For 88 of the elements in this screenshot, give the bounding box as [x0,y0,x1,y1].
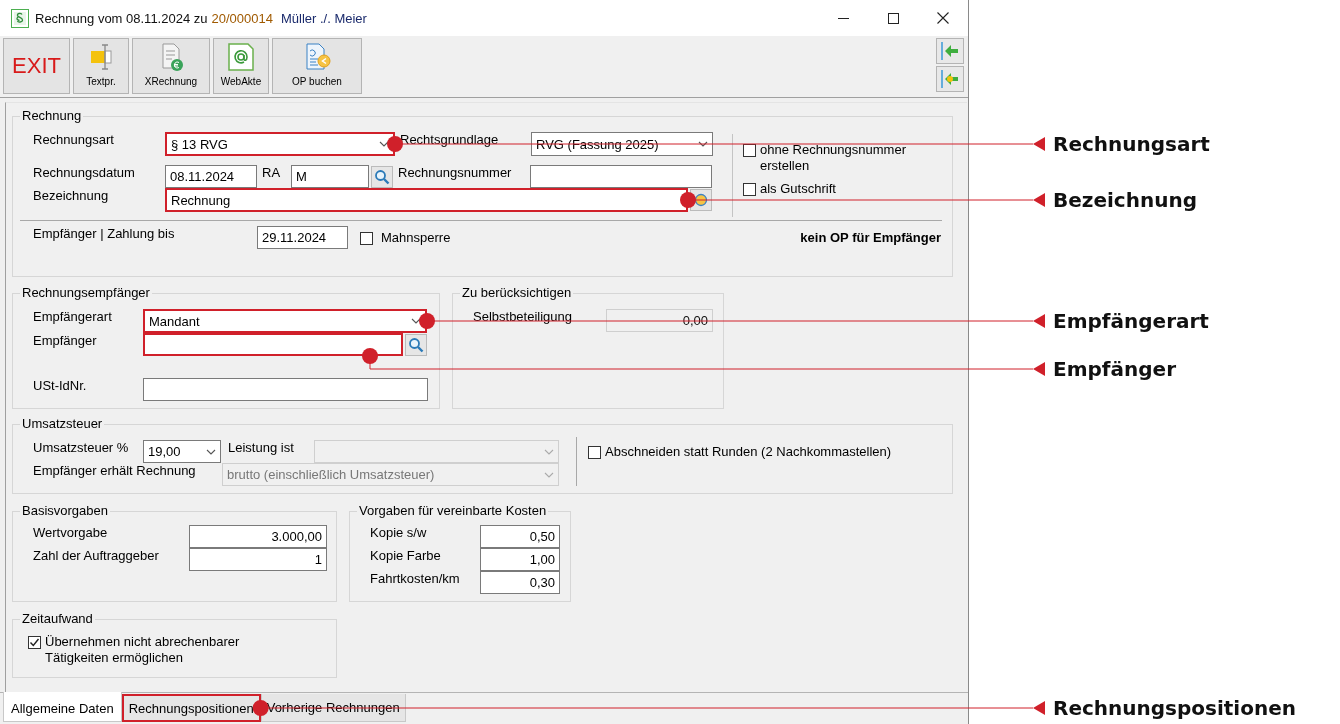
chevron-down-icon[interactable] [206,448,216,455]
callout-label: Rechnungspositionen [1053,696,1296,720]
at-document-icon [226,42,256,72]
input-field[interactable] [143,333,403,356]
dropdown[interactable]: Mandant [143,309,427,333]
pointer-icon [1033,314,1045,328]
field-label: Leistung ist [228,440,295,455]
dropdown[interactable]: § 13 RVG [165,132,395,156]
group-title: Vorgaben für vereinbarte Kosten [357,503,549,518]
input-field[interactable]: 08.11.2024 [165,165,257,188]
tab[interactable]: Rechnungspositionen [121,694,261,722]
back-button[interactable] [936,38,964,64]
group-title: Basisvorgaben [20,503,110,518]
search-icon [374,168,390,185]
dropdown[interactable]: RVG (Fassung 2025) [531,132,713,156]
group-title: Rechnung [20,108,84,123]
input-field[interactable]: Rechnung [165,188,688,212]
group-title: Zeitaufwand [20,611,95,626]
chevron-down-icon[interactable] [698,141,708,147]
field-label: Kopie Farbe [370,548,442,563]
search-button[interactable] [371,165,393,188]
input-field[interactable]: M [291,165,369,188]
invoice-number: 20/000014 [211,10,273,26]
close-icon [937,12,949,24]
checkbox-label: Übernehmen nicht abrechenbarer Tätigkeiten ermöglichen [45,634,241,666]
checkbox[interactable] [743,183,756,196]
toolbar-button[interactable]: Textpr. [73,38,129,94]
checkbox[interactable] [28,636,41,649]
field-label: Rechtsgrundlage [400,132,500,147]
field-label: Selbstbeteiligung [473,309,574,324]
checkbox-label: ohne Rechnungsnummer erstellen [760,142,907,174]
input-field[interactable]: 3.000,00 [189,525,327,548]
checkbox[interactable] [588,446,601,459]
checkbox-label: Abschneiden statt Runden (2 Nachkommastellen) [605,444,892,460]
group-title: Zu berücksichtigen [460,285,574,300]
callout-label: Rechnungsart [1053,132,1210,156]
field-label: Rechnungsdatum [33,165,136,180]
callout-label: Bezeichnung [1053,188,1197,212]
window-title: Rechnung vom 08.11.2024 zu [35,10,208,26]
input-field[interactable]: 1 [189,548,327,571]
search-button[interactable] [405,333,427,356]
status-note: kein OP für Empfänger [800,230,941,245]
input-field[interactable]: 1,00 [480,548,560,571]
field-label: Empfänger [33,333,98,348]
input-field[interactable]: 0,50 [480,525,560,548]
field-label: Wertvorgabe [33,525,109,540]
field-label: Rechnungsnummer [398,165,513,180]
field-label: Empfänger | Zahlung bis [33,226,176,241]
parties-title: Müller ./. Meier [280,10,367,26]
field-label: Empfängerart [33,309,113,324]
pointer-icon [1033,362,1045,376]
tab[interactable]: Allgemeine Daten [3,692,122,722]
input-field[interactable]: 29.11.2024 [257,226,348,249]
checkbox-label: Mahnsperre [381,229,451,246]
field-label: USt-IdNr. [33,378,88,393]
field-label: Empfänger erhält Rechnung [33,463,197,478]
callout-label: Empfänger [1053,357,1176,381]
callout-label: Empfängerart [1053,309,1209,333]
field-label: Fahrtkosten/km [370,571,461,586]
arrow-left-icon [940,69,960,89]
checkbox-label: als Gutschrift [760,181,836,197]
paragraph-icon [11,8,29,28]
field-label: Bezeichnung [33,188,110,203]
field-label: Umsatzsteuer % [33,440,130,455]
input-field[interactable]: 0,00 [606,309,713,332]
input-field[interactable] [530,165,712,188]
search-icon [408,336,424,353]
input-field[interactable] [143,378,428,401]
field-label: Kopie s/w [370,525,428,540]
pointer-icon [1033,701,1045,715]
input-field[interactable]: 0,30 [480,571,560,594]
minimize-icon [837,17,849,19]
group-title: Rechnungsempfänger [20,285,152,300]
pointer-icon [1033,137,1045,151]
toolbar-button[interactable]: XRechnung [132,38,210,94]
field-label: Zahl der Auftraggeber [33,548,160,563]
pointer-icon [1033,193,1045,207]
maximize-icon [887,12,899,24]
arrow-left-icon [940,41,960,61]
field-label: Rechnungsart [33,132,115,147]
back-button[interactable] [936,66,964,92]
toolbar-button[interactable]: OP buchen [272,38,362,94]
checkbox[interactable] [360,232,373,245]
exit-button[interactable]: EXIT [3,38,70,94]
toolbar-button[interactable]: WebAkte [213,38,269,94]
dropdown[interactable]: 19,00 [143,440,221,463]
group-title: Umsatzsteuer [20,416,105,431]
field-label: RA [262,165,282,180]
